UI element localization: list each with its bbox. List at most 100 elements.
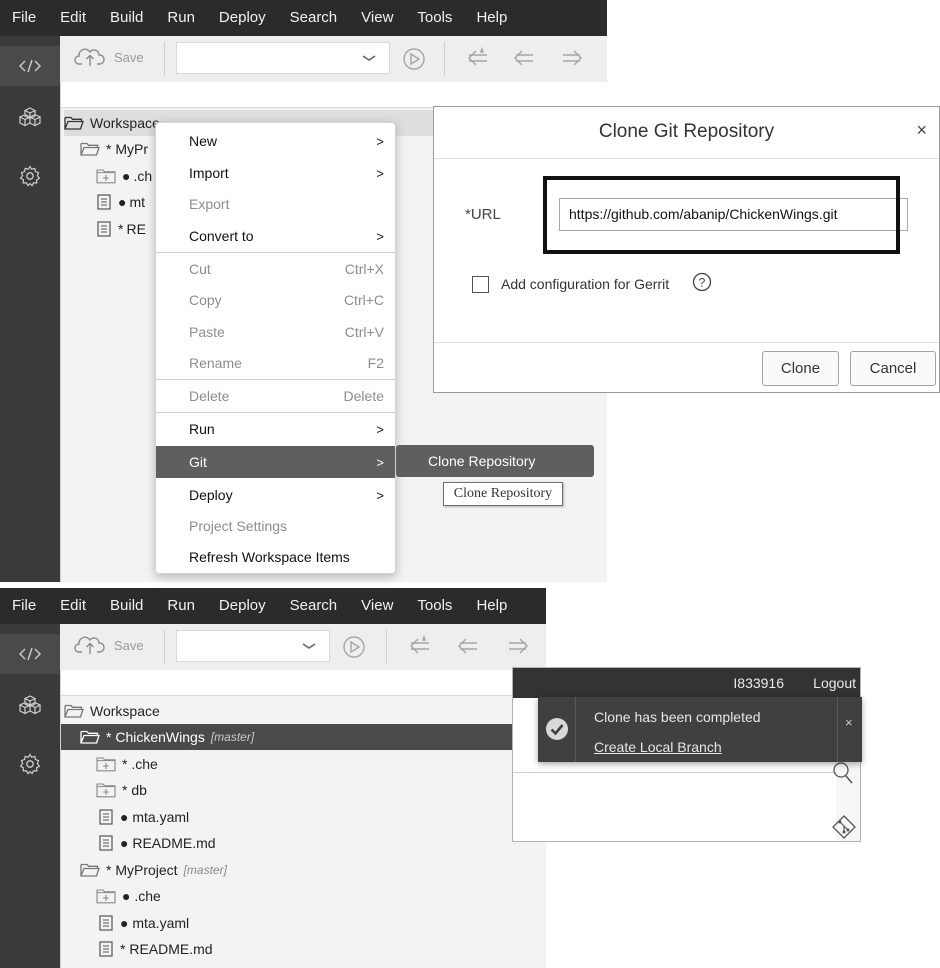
toast-message: Clone has been completed (594, 709, 761, 725)
save-button[interactable]: Save (114, 50, 144, 65)
submenu-clone-repository[interactable]: Clone Repository (396, 445, 594, 477)
tree-label: * README.md (120, 941, 213, 957)
menu-bar: File Edit Build Run Deploy Search View T… (0, 0, 607, 36)
tree-label: RE (126, 221, 146, 237)
menu-item-label: Import (189, 165, 229, 181)
menu-item-convert-to[interactable]: Convert to > (156, 220, 395, 252)
menu-search[interactable]: Search (278, 588, 350, 624)
menu-item-paste[interactable]: Paste Ctrl+V (156, 316, 395, 348)
cancel-button[interactable]: Cancel (850, 351, 936, 386)
gear-icon[interactable] (0, 156, 60, 196)
tree-item[interactable]: ● mt (96, 189, 145, 215)
run-config-select[interactable] (176, 42, 390, 74)
menu-run[interactable]: Run (155, 0, 207, 36)
tree-item[interactable]: * README.md (98, 936, 213, 962)
menu-item-git[interactable]: Git > (156, 446, 395, 478)
menu-build[interactable]: Build (98, 0, 155, 36)
tree-item[interactable]: * RE (96, 216, 146, 242)
back-icon[interactable] (512, 47, 536, 72)
menu-build[interactable]: Build (98, 588, 155, 624)
cloud-save-icon[interactable] (74, 46, 106, 71)
menu-file[interactable]: File (0, 0, 48, 36)
menu-item-import[interactable]: Import > (156, 157, 395, 189)
menu-item-project-settings[interactable]: Project Settings (156, 510, 395, 542)
menu-edit[interactable]: Edit (48, 588, 98, 624)
tree-item[interactable]: * .che (96, 751, 158, 777)
menu-item-refresh-workspace[interactable]: Refresh Workspace Items (156, 541, 395, 573)
menu-deploy[interactable]: Deploy (207, 0, 278, 36)
menu-item-label: Deploy (189, 487, 233, 503)
menu-item-label: Run (189, 421, 215, 437)
search-icon[interactable] (831, 760, 855, 789)
close-icon[interactable]: × (916, 120, 927, 141)
create-local-branch-link[interactable]: Create Local Branch (594, 739, 722, 755)
cloud-save-icon[interactable] (74, 634, 106, 659)
back-history-icon[interactable] (466, 46, 490, 72)
tree-item[interactable]: ● README.md (98, 830, 216, 856)
menu-view[interactable]: View (349, 588, 405, 624)
tree-item[interactable]: ● mta.yaml (98, 804, 189, 830)
code-icon[interactable] (0, 46, 60, 86)
tree-item[interactable]: ● .ch (96, 163, 152, 189)
gerrit-checkbox[interactable] (472, 276, 489, 293)
folder-open-icon (80, 729, 100, 745)
forward-icon[interactable] (560, 47, 584, 72)
folder-plus-icon (96, 888, 116, 904)
save-button[interactable]: Save (114, 638, 144, 653)
context-menu: New > Import > Export Convert to > Cut Ctrl+… (155, 122, 396, 574)
forward-icon[interactable] (506, 635, 530, 660)
gear-icon[interactable] (0, 744, 60, 784)
menu-run[interactable]: Run (155, 588, 207, 624)
menu-deploy[interactable]: Deploy (207, 588, 278, 624)
back-icon[interactable] (456, 635, 480, 660)
clone-button[interactable]: Clone (762, 351, 839, 386)
submenu-arrow-icon: > (376, 165, 384, 181)
gerrit-checkbox-label: Add configuration for Gerrit (501, 276, 670, 292)
menu-item-label: Cut (189, 261, 211, 277)
menu-tools[interactable]: Tools (405, 588, 464, 624)
tree-label: * MyPr (106, 141, 148, 157)
menu-edit[interactable]: Edit (48, 0, 98, 36)
menu-item-copy[interactable]: Copy Ctrl+C (156, 284, 395, 316)
annotation-highlight-box (543, 176, 900, 254)
menu-item-deploy[interactable]: Deploy > (156, 479, 395, 511)
menu-search[interactable]: Search (278, 0, 350, 36)
tree-label: ● .che (122, 888, 161, 904)
menu-item-rename[interactable]: Rename F2 (156, 347, 395, 379)
tree-project-myproject[interactable]: * MyPr (80, 136, 148, 162)
menu-item-cut[interactable]: Cut Ctrl+X (156, 253, 395, 285)
menu-item-delete[interactable]: Delete Delete (156, 380, 395, 412)
menu-item-export[interactable]: Export (156, 188, 395, 220)
tree-label: .ch (133, 168, 153, 184)
menu-item-shortcut: F2 (367, 355, 384, 371)
close-icon[interactable]: × (845, 715, 853, 730)
menu-item-run[interactable]: Run > (156, 413, 395, 445)
chevron-down-icon (301, 637, 317, 658)
logout-link[interactable]: Logout (813, 675, 856, 691)
back-history-icon[interactable] (408, 634, 432, 660)
tree-item[interactable]: * db (96, 777, 147, 803)
run-icon[interactable] (402, 47, 426, 74)
run-icon[interactable] (342, 635, 366, 662)
tree-project-chickenwings[interactable]: * ChickenWings [master] (61, 724, 546, 750)
run-config-select[interactable] (176, 630, 330, 662)
folder-open-icon (80, 141, 100, 157)
git-icon[interactable] (831, 814, 857, 841)
tree-item[interactable]: ● .che (96, 883, 161, 909)
menu-help[interactable]: Help (464, 588, 519, 624)
toolbar: Save (60, 624, 546, 670)
menu-tools[interactable]: Tools (405, 0, 464, 36)
menu-item-new[interactable]: New > (156, 125, 395, 157)
menu-item-label: Paste (189, 324, 225, 340)
menu-help[interactable]: Help (464, 0, 519, 36)
tree-project-myproject[interactable]: * MyProject [master] (80, 857, 227, 883)
help-icon[interactable]: ? (692, 272, 712, 295)
tree-prefix: ● (118, 194, 127, 210)
menu-view[interactable]: View (349, 0, 405, 36)
tree-workspace[interactable]: Workspace (64, 698, 160, 724)
tree-item[interactable]: ● mta.yaml (98, 910, 189, 936)
packages-icon[interactable] (0, 686, 60, 726)
code-icon[interactable] (0, 634, 60, 674)
packages-icon[interactable] (0, 98, 60, 138)
menu-file[interactable]: File (0, 588, 48, 624)
